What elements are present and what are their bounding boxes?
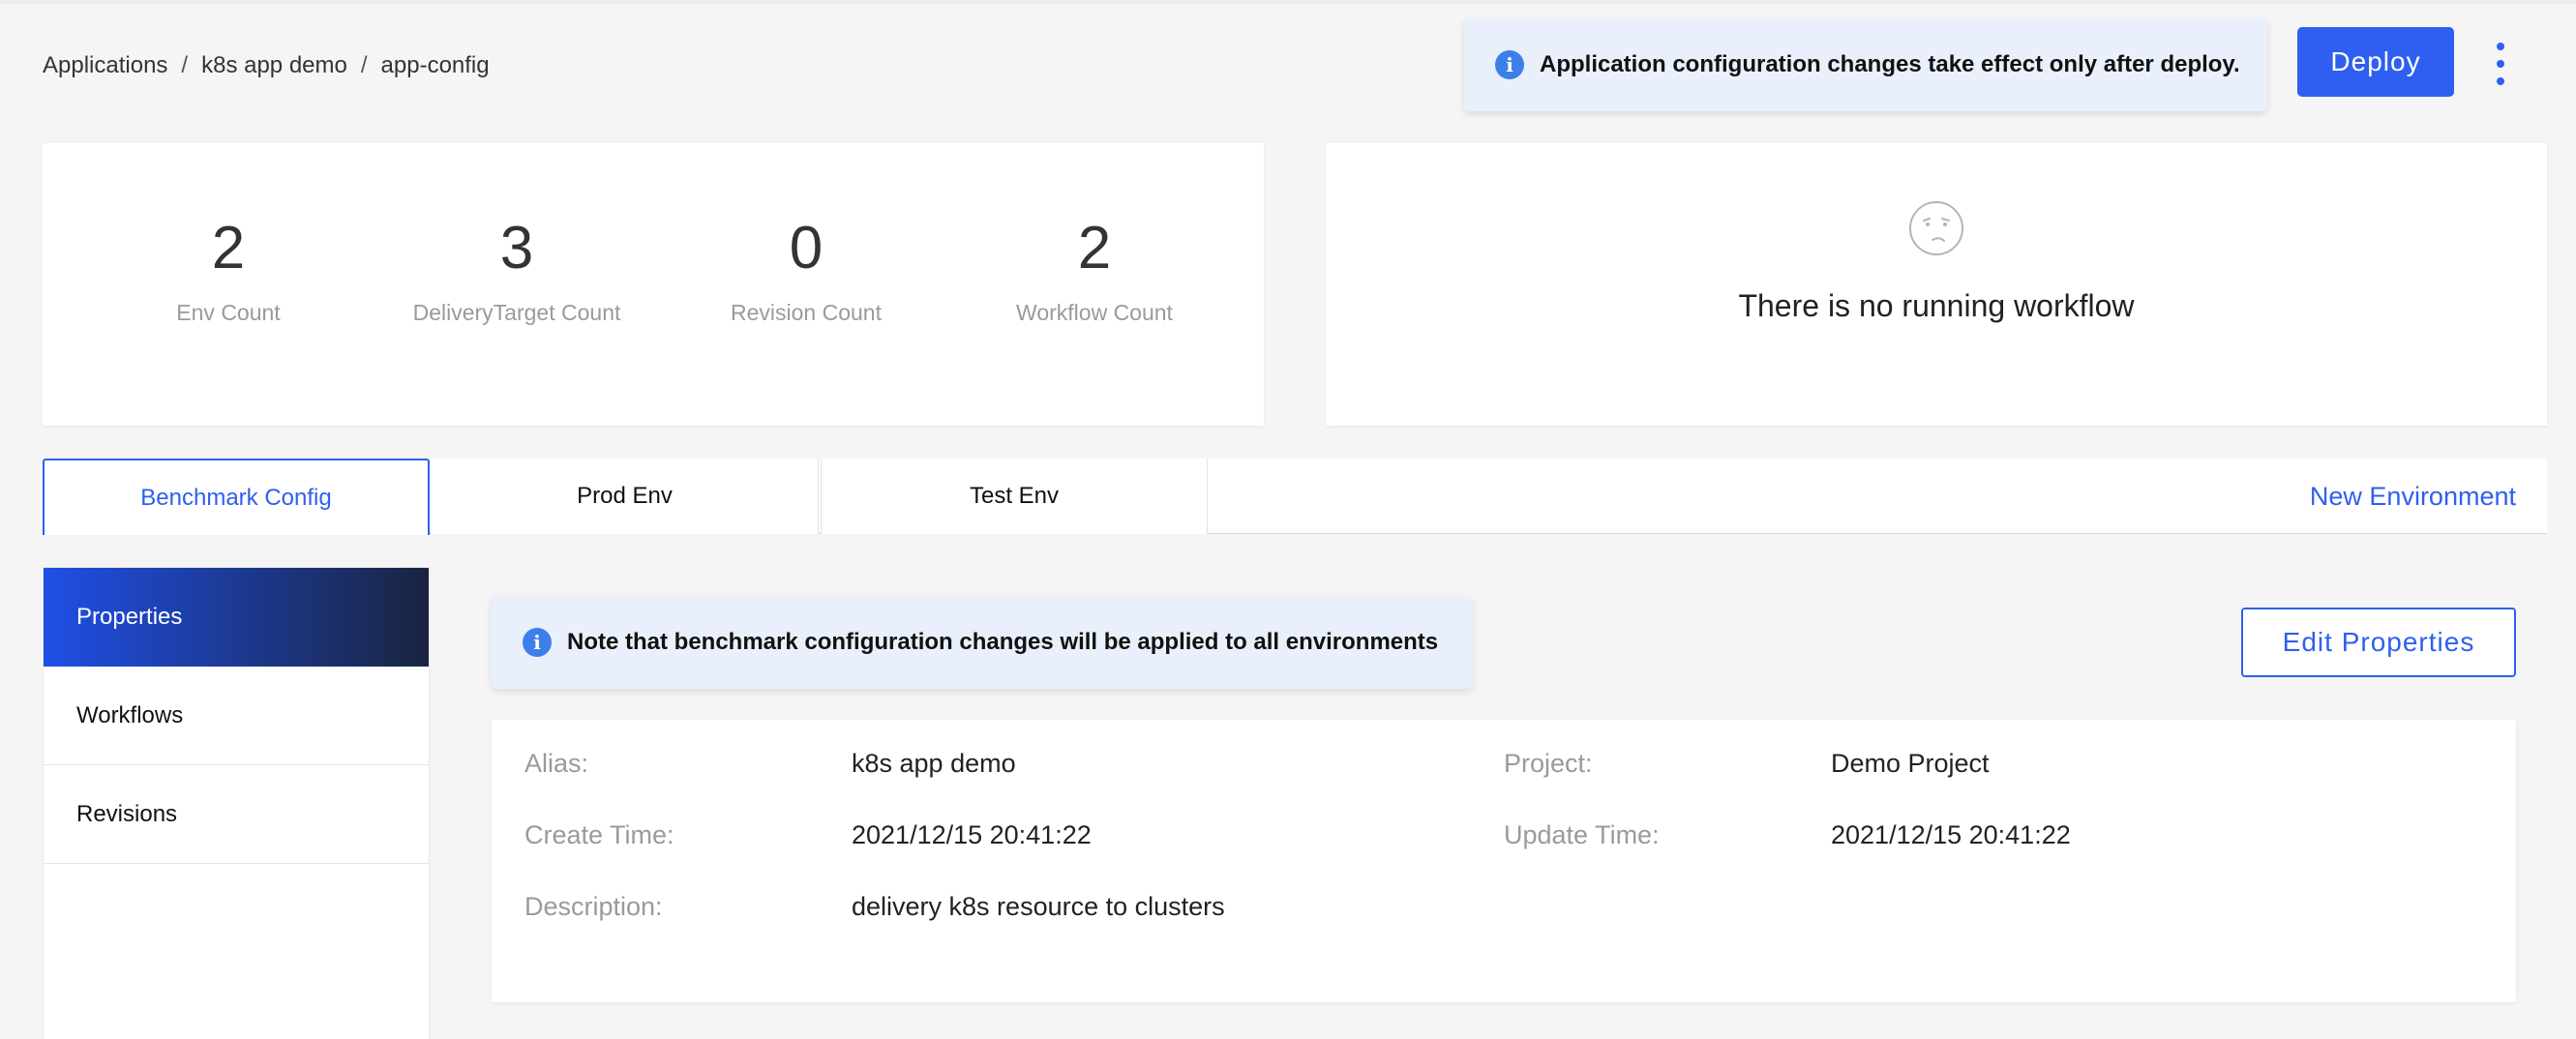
- confused-face-icon: [1909, 201, 1963, 255]
- stat-label: Workflow Count: [1016, 300, 1173, 325]
- stat-env-count: 2 Env Count: [93, 219, 364, 326]
- stat-value: 2: [1077, 215, 1112, 282]
- project-label: Project:: [1504, 749, 1593, 778]
- stat-value: 3: [499, 215, 534, 282]
- description-label: Description:: [524, 892, 663, 921]
- description-value: delivery k8s resource to clusters: [852, 892, 1225, 921]
- breadcrumb-separator: /: [360, 52, 368, 78]
- breadcrumb-applications[interactable]: Applications: [43, 52, 167, 79]
- menu-item-revisions[interactable]: Revisions: [44, 765, 429, 864]
- breadcrumb-separator: /: [181, 52, 189, 78]
- breadcrumb: Applications / k8s app demo / app-config: [43, 52, 490, 79]
- deploy-button[interactable]: Deploy: [2297, 27, 2454, 97]
- info-icon: i: [1495, 50, 1524, 79]
- update-time-label: Update Time:: [1504, 820, 1660, 849]
- environment-tabs: Benchmark Config Prod Env Test Env New E…: [43, 459, 2547, 535]
- stats-card: 2 Env Count 3 DeliveryTarget Count 0 Rev…: [43, 143, 1264, 426]
- tab-prod-env[interactable]: Prod Env: [432, 459, 819, 534]
- stat-revision-count: 0 Revision Count: [671, 219, 942, 326]
- stat-label: Revision Count: [731, 300, 882, 325]
- stat-value: 0: [789, 215, 824, 282]
- vertical-dots-icon[interactable]: [2487, 43, 2514, 85]
- menu-item-workflows[interactable]: Workflows: [44, 667, 429, 765]
- deploy-notice: i Application configuration changes take…: [1464, 18, 2267, 111]
- stat-value: 2: [211, 215, 246, 282]
- config-side-menu: Properties Workflows Revisions: [43, 567, 430, 1039]
- stat-label: DeliveryTarget Count: [412, 300, 621, 325]
- alias-value: k8s app demo: [852, 749, 1016, 778]
- tab-test-env[interactable]: Test Env: [821, 459, 1208, 534]
- new-environment-link[interactable]: New Environment: [2310, 459, 2516, 534]
- workflow-status-card: There is no running workflow: [1326, 143, 2547, 426]
- update-time-value: 2021/12/15 20:41:22: [1831, 820, 2071, 849]
- no-workflow-text: There is no running workflow: [1738, 288, 2135, 323]
- benchmark-note-text: Note that benchmark configuration change…: [567, 629, 1439, 655]
- benchmark-note: i Note that benchmark configuration chan…: [492, 596, 1473, 689]
- tab-benchmark-config[interactable]: Benchmark Config: [43, 459, 430, 535]
- breadcrumb-current: app-config: [380, 52, 490, 78]
- project-value: Demo Project: [1831, 749, 1990, 778]
- create-time-label: Create Time:: [524, 820, 674, 849]
- info-icon: i: [523, 628, 552, 657]
- deploy-notice-text: Application configuration changes take e…: [1540, 51, 2240, 77]
- alias-label: Alias:: [524, 749, 589, 778]
- stat-workflow-count: 2 Workflow Count: [959, 219, 1230, 326]
- menu-item-properties[interactable]: Properties: [44, 568, 429, 667]
- create-time-value: 2021/12/15 20:41:22: [852, 820, 1092, 849]
- edit-properties-button[interactable]: Edit Properties: [2241, 608, 2516, 677]
- breadcrumb-app[interactable]: k8s app demo: [201, 52, 347, 79]
- properties-panel: Alias: k8s app demo Project: Demo Projec…: [492, 720, 2516, 1002]
- stat-label: Env Count: [176, 300, 281, 325]
- stat-delivery-target-count: 3 DeliveryTarget Count: [381, 219, 652, 326]
